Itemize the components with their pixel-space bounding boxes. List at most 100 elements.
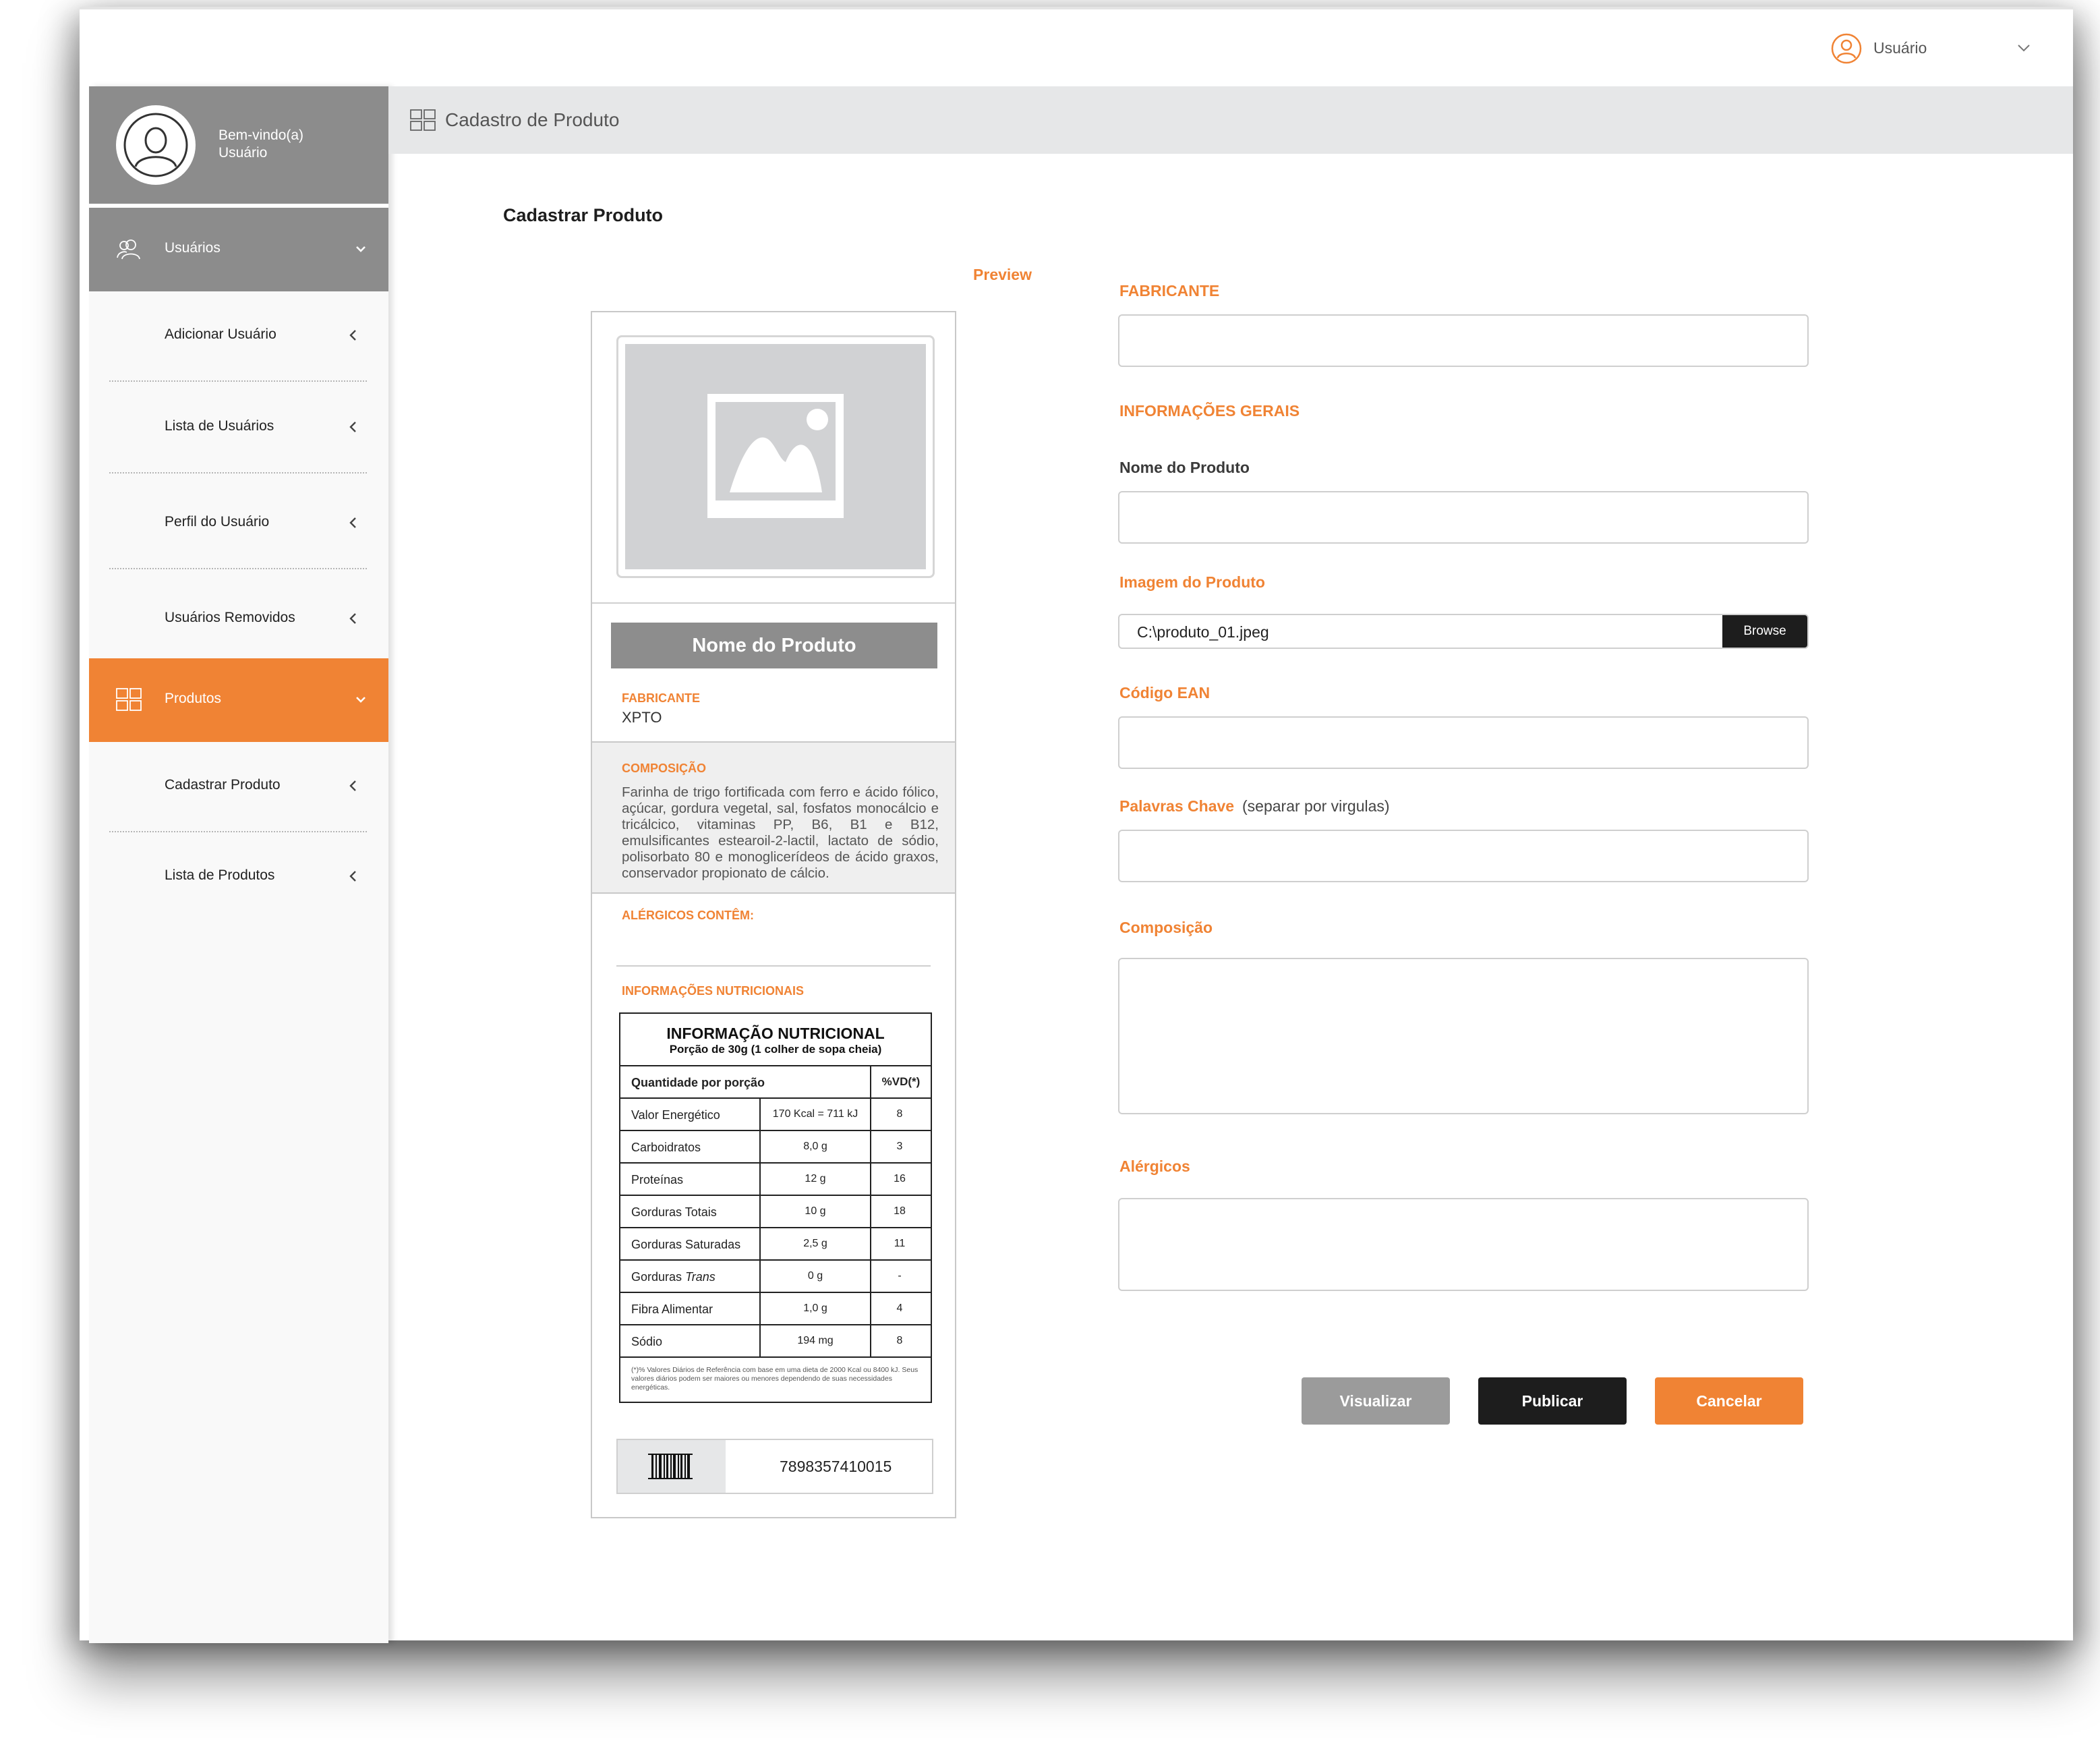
divider [109,472,367,474]
cancel-button[interactable]: Cancelar [1655,1377,1803,1425]
page-title: Cadastrar Produto [503,205,664,225]
nutrient-name: Proteínas [631,1173,684,1186]
nutrition-portion: Porção de 30g (1 colher de sopa cheia) [669,1043,882,1056]
chevron-left-icon [349,422,356,432]
welcome-line: Bem-vindo(a) [218,127,304,143]
divider [616,965,931,967]
chevron-left-icon [349,871,356,882]
table-row: Valor Energético 170 Kcal = 711 kJ 8 [620,1099,931,1131]
preview-manufacturer-label: FABRICANTE [622,691,700,705]
barcode-box: 7898357410015 [616,1439,933,1494]
chevron-down-icon [2018,45,2030,52]
sidebar-item-label: Usuários Removidos [165,610,295,625]
welcome-user: Usuário [218,145,268,161]
chevron-down-icon [356,697,366,703]
preview-button[interactable]: Visualizar [1302,1377,1450,1425]
preview-product-name: Nome do Produto [611,623,937,668]
manufacturer-input[interactable] [1118,314,1809,367]
keywords-input[interactable] [1118,830,1809,882]
column-header: %VD(*) [870,1066,931,1097]
nutrition-footnote: (*)% Valores Diários de Referência com b… [631,1366,918,1392]
sidebar-profile: Bem-vindo(a) Usuário [89,86,388,208]
nutrient-name: Gorduras Saturadas [631,1238,741,1251]
publish-button[interactable]: Publicar [1478,1377,1627,1425]
nutrient-vd: 8 [896,1108,903,1120]
ean-label: Código EAN [1119,684,1211,701]
nutrient-amount: 10 g [759,1196,871,1227]
app-window: Usuário Bem-vindo(a) Usuário Usuários Ad… [80,7,2073,1643]
table-row: Sódio 194 mg 8 [620,1325,931,1358]
keywords-hint: (separar por virgulas) [1242,797,1390,815]
nutrient-amount: 8,0 g [759,1131,871,1162]
keywords-label: Palavras Chave [1119,797,1235,815]
page-header: Cadastro de Produto [388,86,2073,154]
chevron-down-icon [356,246,366,252]
allergens-textarea[interactable] [1118,1198,1809,1291]
sidebar-group-label: Usuários [165,240,221,256]
grid-icon [116,688,142,711]
preview-label: Preview [973,266,1032,283]
product-image-field[interactable]: C:\produto_01.jpeg Browse [1118,614,1809,649]
chevron-left-icon [349,330,356,341]
preview-nutrition-label: INFORMAÇÕES NUTRICIONAIS [622,984,804,998]
preview-manufacturer-value: XPTO [622,709,662,726]
product-preview-card: Nome do Produto FABRICANTE XPTO COMPOSIÇ… [591,311,956,1518]
sidebar-item-cadastrar-produto[interactable]: Cadastrar Produto [109,742,367,832]
sidebar-item-label: Lista de Produtos [165,867,275,883]
sidebar-item-lista-usuarios[interactable]: Lista de Usuários [109,383,367,474]
barcode-icon [648,1454,693,1479]
user-menu[interactable]: Usuário [1830,30,2039,67]
sidebar-item-label: Lista de Usuários [165,418,274,434]
nutrient-vd: 16 [894,1173,906,1184]
nutrient-name: Valor Energético [631,1108,720,1122]
nutrient-name: Sódio [631,1335,663,1348]
column-header: Quantidade por porção [631,1076,765,1089]
sidebar-item-usuarios-removidos[interactable]: Usuários Removidos [109,575,367,665]
composition-label: Composição [1119,919,1213,936]
sidebar-item-adicionar-usuario[interactable]: Adicionar Usuário [109,291,367,382]
nutrient-vd: - [898,1270,902,1282]
table-row: Gorduras Totais 10 g 18 [620,1196,931,1228]
users-icon [117,239,140,260]
sidebar-group-usuarios[interactable]: Usuários [89,208,388,291]
sidebar: Bem-vindo(a) Usuário Usuários Adicionar … [89,86,388,1643]
user-avatar-icon [123,113,188,177]
nutrient-amount: 1,0 g [759,1293,871,1324]
table-row: Gorduras Trans 0 g - [620,1261,931,1293]
user-menu-label: Usuário [1873,39,1927,57]
sidebar-item-perfil-usuario[interactable]: Perfil do Usuário [109,479,367,569]
nutrient-name-italic: Trans [685,1270,716,1284]
chevron-left-icon [349,780,356,791]
divider [109,380,367,382]
barcode-icon-area [618,1440,726,1493]
nutrient-name: Fibra Alimentar [631,1302,713,1316]
nutrient-vd: 18 [894,1205,906,1217]
sidebar-group-produtos[interactable]: Produtos [89,658,388,742]
product-image-label: Imagem do Produto [1119,573,1265,591]
nutrition-table: INFORMAÇÃO NUTRICIONAL Porção de 30g (1 … [619,1012,932,1403]
table-row: Fibra Alimentar 1,0 g 4 [620,1293,931,1325]
nutrient-name: Gorduras Trans [631,1270,716,1284]
product-name-input[interactable] [1118,491,1809,544]
form-section-general: INFORMAÇÕES GERAIS [1119,402,1300,420]
ean-input[interactable] [1118,716,1809,769]
table-row: Gorduras Saturadas 2,5 g 11 [620,1228,931,1261]
divider [592,602,955,604]
composition-textarea[interactable] [1118,958,1809,1114]
product-name-label: Nome do Produto [1119,459,1250,476]
table-row: Carboidratos 8,0 g 3 [620,1131,931,1164]
nutrient-name-part: Gorduras [631,1270,682,1284]
sidebar-item-lista-produtos[interactable]: Lista de Produtos [109,832,367,923]
page-header-title: Cadastro de Produto [445,109,620,130]
barcode-number: 7898357410015 [780,1458,892,1475]
divider [109,568,367,569]
nutrient-amount: 2,5 g [759,1228,871,1259]
nutrition-columns: Quantidade por porção %VD(*) [620,1066,931,1099]
preview-composition-label: COMPOSIÇÃO [622,762,707,775]
product-image-path: C:\produto_01.jpeg [1137,623,1269,641]
nutrient-amount: 194 mg [759,1325,871,1356]
sidebar-item-label: Perfil do Usuário [165,514,270,529]
browse-button[interactable]: Browse [1722,615,1807,648]
nutrient-vd: 3 [896,1141,903,1152]
preview-allergens-label: ALÉRGICOS CONTÊM: [622,909,754,922]
